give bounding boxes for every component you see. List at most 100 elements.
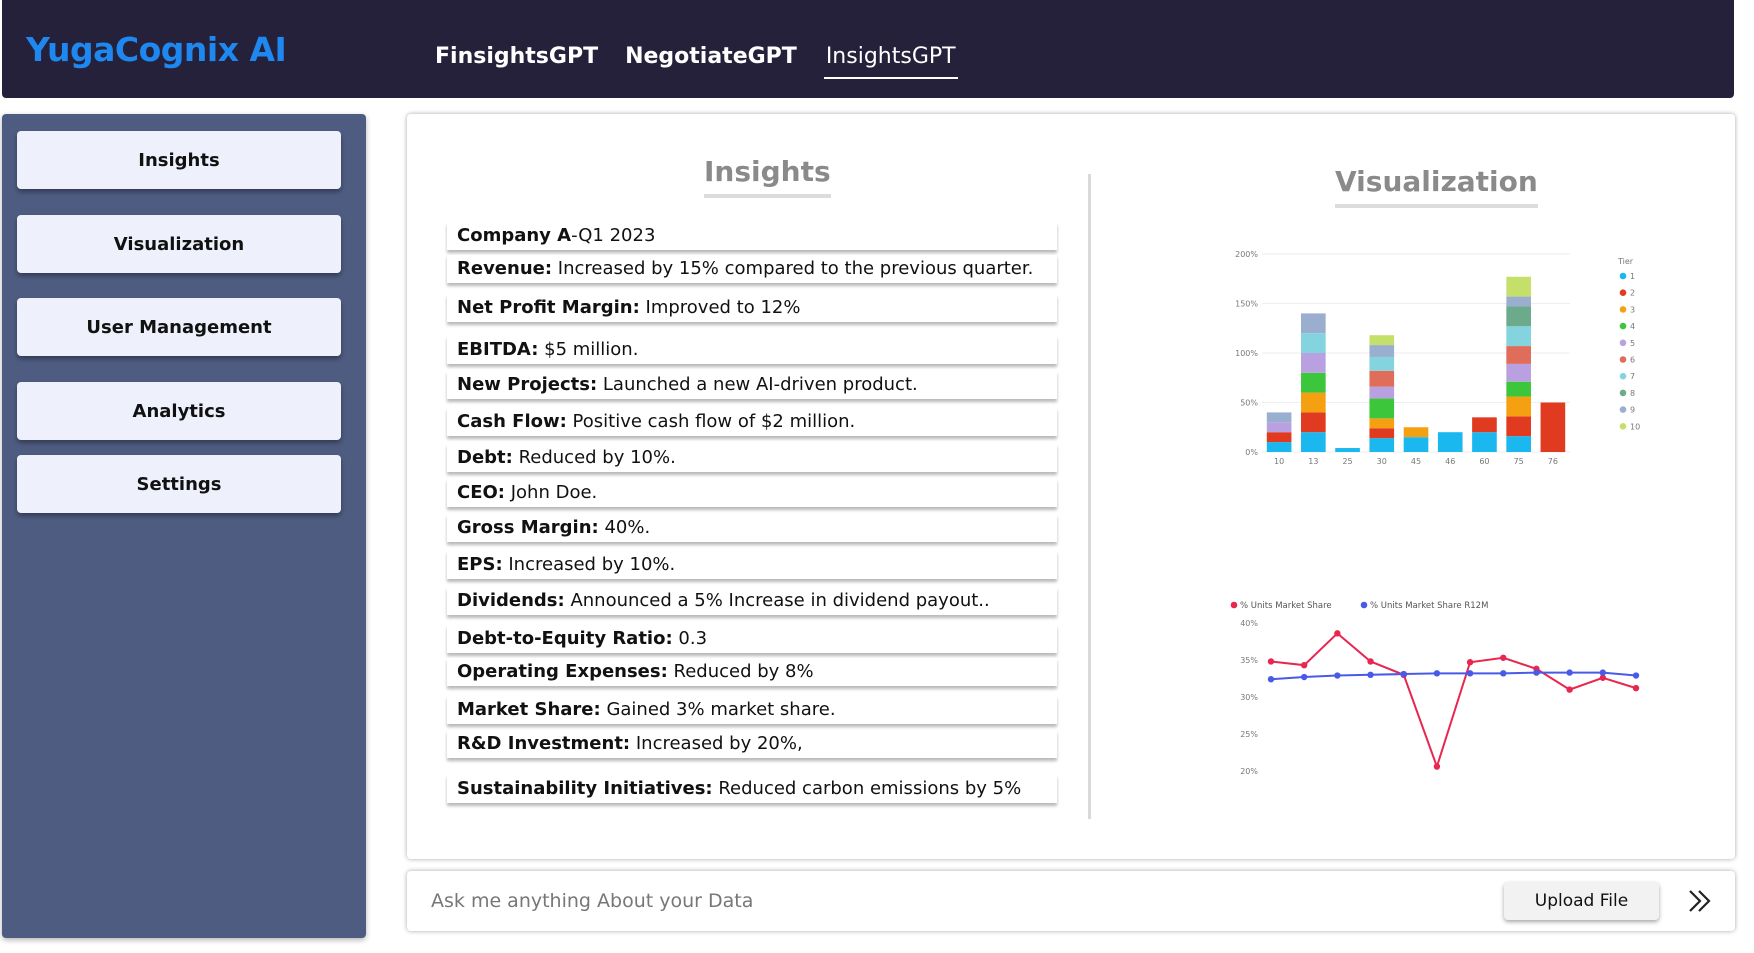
insight-row: Company A-Q1 2023 — [447, 222, 1057, 250]
insight-key: Gross Margin: — [457, 517, 599, 538]
insight-key: EPS: — [457, 554, 503, 575]
line-point — [1533, 669, 1540, 676]
sidebar-item-visualization[interactable]: Visualization — [17, 215, 341, 273]
bar-segment — [1335, 448, 1360, 452]
bar-legend-label: 6 — [1630, 356, 1635, 365]
bar-segment — [1301, 353, 1326, 373]
sidebar-item-insights[interactable]: Insights — [17, 131, 341, 189]
line-y-tick-label: 20% — [1240, 767, 1258, 776]
insight-value: Increased by 10%. — [502, 554, 676, 575]
bar-segment — [1301, 392, 1326, 413]
sidebar-item-user-management[interactable]: User Management — [17, 298, 341, 356]
line-point — [1632, 672, 1640, 679]
insight-key: Cash Flow: — [457, 411, 567, 432]
insight-row: Dividends: Announced a 5% Increase in di… — [447, 587, 1057, 615]
sidebar-item-analytics[interactable]: Analytics — [17, 382, 341, 440]
insight-key: Operating Expenses: — [457, 661, 668, 682]
bar-legend-label: 10 — [1630, 422, 1640, 431]
line-point — [1466, 659, 1474, 666]
insight-row: Market Share: Gained 3% market share. — [447, 696, 1057, 724]
bar-segment — [1369, 370, 1395, 387]
bar-legend-label: 4 — [1630, 322, 1635, 331]
brand-logo[interactable]: YugaCognix AI — [26, 30, 287, 69]
bar-x-tick-label: 45 — [1411, 457, 1421, 466]
line-series — [1270, 671, 1637, 681]
tab-finsightsgpt[interactable]: FinsightsGPT — [435, 44, 598, 79]
bar-segment — [1506, 326, 1531, 347]
bar-x-tick-label: 13 — [1308, 457, 1318, 466]
insights-title: Insights — [704, 155, 831, 198]
line-point — [1566, 686, 1573, 693]
line-legend-label: % Units Market Share — [1240, 601, 1332, 611]
line-series — [1270, 632, 1637, 770]
insight-key: Debt-to-Equity Ratio: — [457, 628, 673, 649]
insight-key: R&D Investment: — [457, 733, 631, 754]
bar-legend-label: 2 — [1630, 289, 1635, 298]
bar-segment — [1369, 356, 1395, 371]
bar-y-tick-label: 100% — [1235, 349, 1258, 358]
bar-segment — [1506, 363, 1531, 382]
bar-segment — [1540, 402, 1566, 452]
bar-segment — [1403, 427, 1429, 438]
bar-segment — [1369, 386, 1395, 399]
bar-legend-label: 7 — [1630, 372, 1635, 381]
line-y-tick-label: 35% — [1240, 656, 1258, 665]
tab-negotiategpt[interactable]: NegotiateGPT — [625, 44, 797, 79]
bar-segment — [1369, 345, 1395, 357]
bar-legend-label: 3 — [1630, 305, 1635, 314]
bar-segment — [1301, 333, 1326, 353]
bar-legend-label: 5 — [1630, 339, 1635, 348]
bar-segment — [1403, 437, 1429, 452]
bar-legend-marker — [1619, 339, 1627, 347]
bar-x-tick-label: 46 — [1445, 457, 1455, 466]
line-point — [1300, 661, 1308, 669]
insight-key: CEO: — [457, 482, 506, 503]
bar-segment — [1506, 416, 1531, 437]
bar-segment — [1266, 422, 1292, 433]
insight-row: Gross Margin: 40%. — [447, 514, 1057, 542]
ask-input[interactable] — [431, 885, 1331, 917]
line-point — [1267, 658, 1275, 665]
upload-file-button[interactable]: Upload File — [1504, 882, 1659, 920]
insight-value: Improved to 12% — [639, 297, 801, 318]
visualization-title: Visualization — [1335, 165, 1538, 208]
line-legend-label: % Units Market Share R12M — [1370, 601, 1488, 611]
bar-segment — [1506, 346, 1531, 364]
sidebar-item-settings[interactable]: Settings — [17, 455, 341, 513]
top-header: YugaCognix AI FinsightsGPT NegotiateGPT … — [2, 0, 1734, 98]
bar-legend-label: 9 — [1630, 406, 1635, 415]
insight-key: Net Profit Margin: — [457, 297, 640, 318]
bar-legend-marker — [1619, 272, 1627, 280]
bar-legend-label: 8 — [1630, 389, 1635, 398]
insight-value: Reduced carbon emissions by 5% — [712, 778, 1022, 799]
line-point — [1433, 670, 1441, 677]
bar-x-tick-label: 25 — [1342, 457, 1352, 466]
insight-value: John Doe. — [505, 482, 598, 503]
bar-segment — [1369, 438, 1395, 452]
insight-value: Launched a new AI-driven product. — [597, 374, 918, 395]
insight-row: Cash Flow: Positive cash flow of $2 mill… — [447, 408, 1057, 436]
bar-segment — [1266, 412, 1292, 423]
insight-row: R&D Investment: Increased by 20%, — [447, 730, 1057, 758]
ask-bar: Upload File — [407, 871, 1735, 931]
insight-key: Sustainability Initiatives: — [457, 778, 713, 799]
double-chevron-right-icon[interactable] — [1687, 887, 1717, 915]
bar-legend-title: Tier — [1617, 257, 1634, 266]
insight-key: EBITDA: — [457, 339, 539, 360]
bar-segment — [1506, 436, 1531, 452]
line-point — [1566, 669, 1573, 676]
bar-legend-marker — [1619, 423, 1627, 430]
bar-x-tick-label: 30 — [1377, 457, 1387, 466]
insight-value: Positive cash flow of $2 million. — [566, 411, 856, 432]
bar-x-tick-label: 10 — [1274, 457, 1284, 466]
line-point — [1367, 658, 1374, 665]
top-nav: FinsightsGPT NegotiateGPT InsightsGPT — [435, 44, 958, 79]
line-point — [1500, 670, 1507, 677]
bar-legend-marker — [1619, 406, 1627, 413]
insight-key: Company A — [457, 225, 572, 246]
tab-insightsgpt[interactable]: InsightsGPT — [823, 44, 958, 79]
bar-segment — [1506, 381, 1531, 397]
bar-legend-marker — [1619, 306, 1627, 313]
insight-value: Gained 3% market share. — [600, 699, 836, 720]
line-legend-marker — [1230, 601, 1238, 609]
